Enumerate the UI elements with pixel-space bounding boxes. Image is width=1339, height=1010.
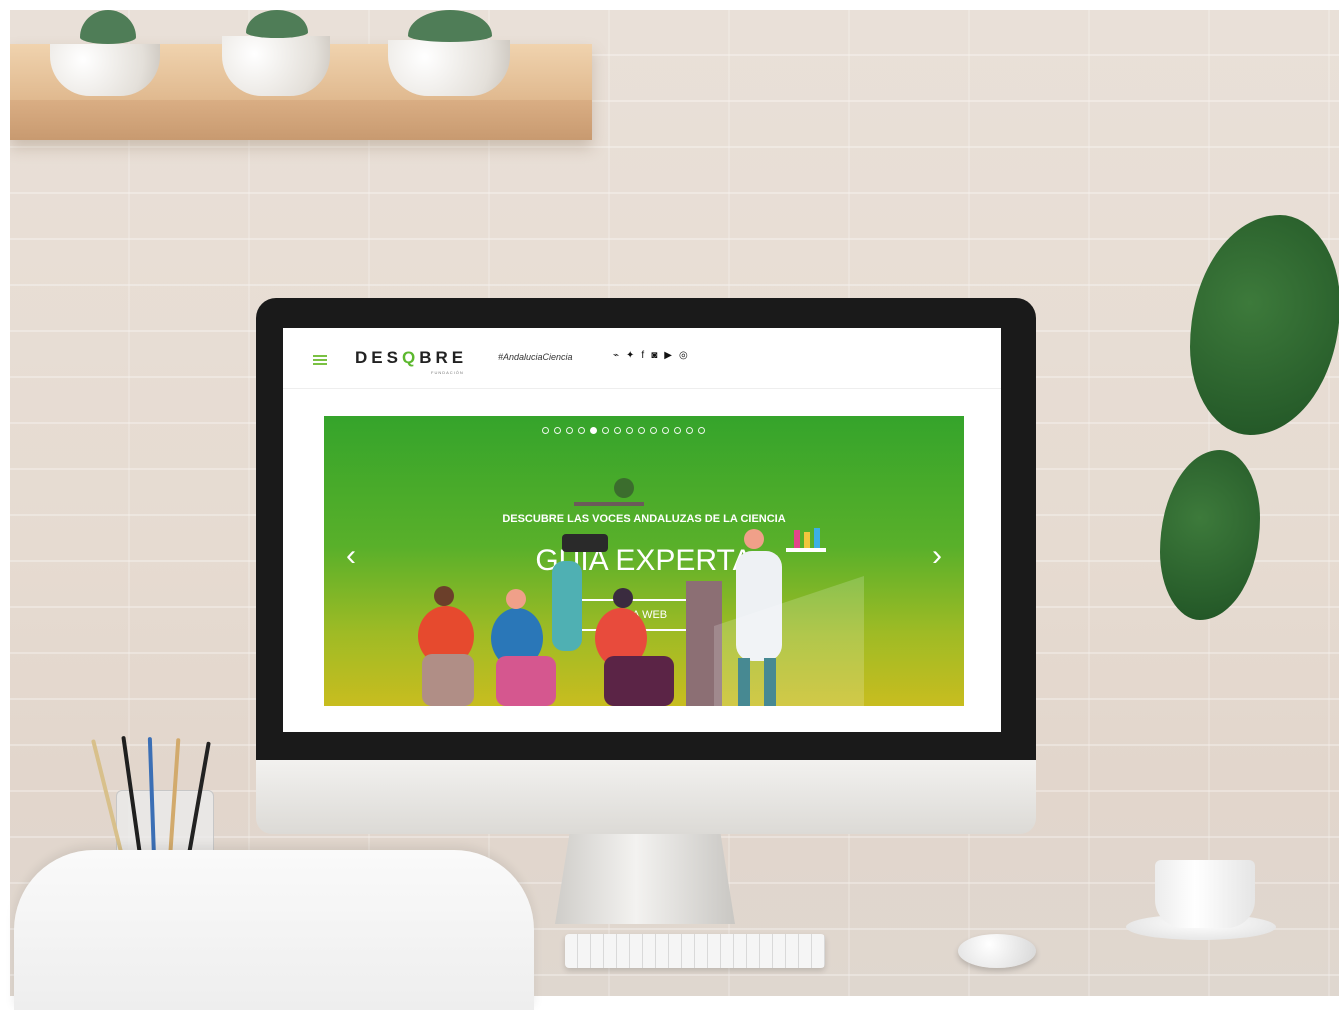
hero-illustration bbox=[418, 478, 864, 706]
monitor-screen: DESQBRE FUNDACIÓN #AndaluciaCiencia ⌁ ✦ … bbox=[283, 328, 1001, 732]
coffee-cup bbox=[1155, 860, 1255, 928]
person-illustration bbox=[613, 588, 633, 608]
site-header: DESQBRE FUNDACIÓN #AndaluciaCiencia ⌁ ✦ … bbox=[283, 328, 1001, 389]
person-illustration bbox=[496, 656, 556, 706]
monitor-stand bbox=[555, 834, 735, 924]
person-illustration bbox=[552, 561, 582, 651]
person-illustration bbox=[604, 656, 674, 706]
logo-subtitle: FUNDACIÓN bbox=[431, 370, 464, 375]
youtube-icon[interactable]: ▶ bbox=[664, 350, 672, 361]
person-illustration bbox=[506, 589, 526, 609]
instagram-icon[interactable]: ◎ bbox=[679, 350, 688, 361]
flickr-icon[interactable]: ◙ bbox=[651, 350, 657, 361]
plant-illustration bbox=[614, 478, 634, 498]
flask-illustration bbox=[814, 528, 820, 548]
camera-illustration bbox=[562, 534, 608, 552]
person-illustration bbox=[744, 529, 764, 549]
plant-pot bbox=[222, 36, 330, 96]
white-chair bbox=[14, 850, 534, 1010]
site-logo[interactable]: DESQBRE bbox=[355, 348, 467, 368]
facebook-icon[interactable]: f bbox=[641, 350, 644, 361]
plant-pot bbox=[50, 44, 160, 96]
person-illustration bbox=[434, 586, 454, 606]
mouse bbox=[958, 934, 1036, 968]
menu-icon[interactable] bbox=[313, 355, 327, 365]
plant-shelf-illustration bbox=[574, 502, 644, 506]
keyboard bbox=[565, 934, 825, 968]
twitter-icon[interactable]: ✦ bbox=[626, 350, 634, 361]
plant-pot bbox=[388, 40, 510, 96]
person-illustration bbox=[422, 654, 474, 706]
flask-illustration bbox=[794, 530, 800, 548]
hero-slider: DESCUBRE LAS VOCES ANDALUZAS DE LA CIENC… bbox=[324, 416, 964, 706]
flask-illustration bbox=[804, 532, 810, 548]
monitor-chin bbox=[256, 760, 1036, 834]
social-links: ⌁ ✦ f ◙ ▶ ◎ bbox=[613, 350, 688, 361]
tray-illustration bbox=[786, 548, 826, 552]
rss-icon[interactable]: ⌁ bbox=[613, 350, 619, 361]
hashtag-link[interactable]: #AndaluciaCiencia bbox=[498, 352, 573, 362]
